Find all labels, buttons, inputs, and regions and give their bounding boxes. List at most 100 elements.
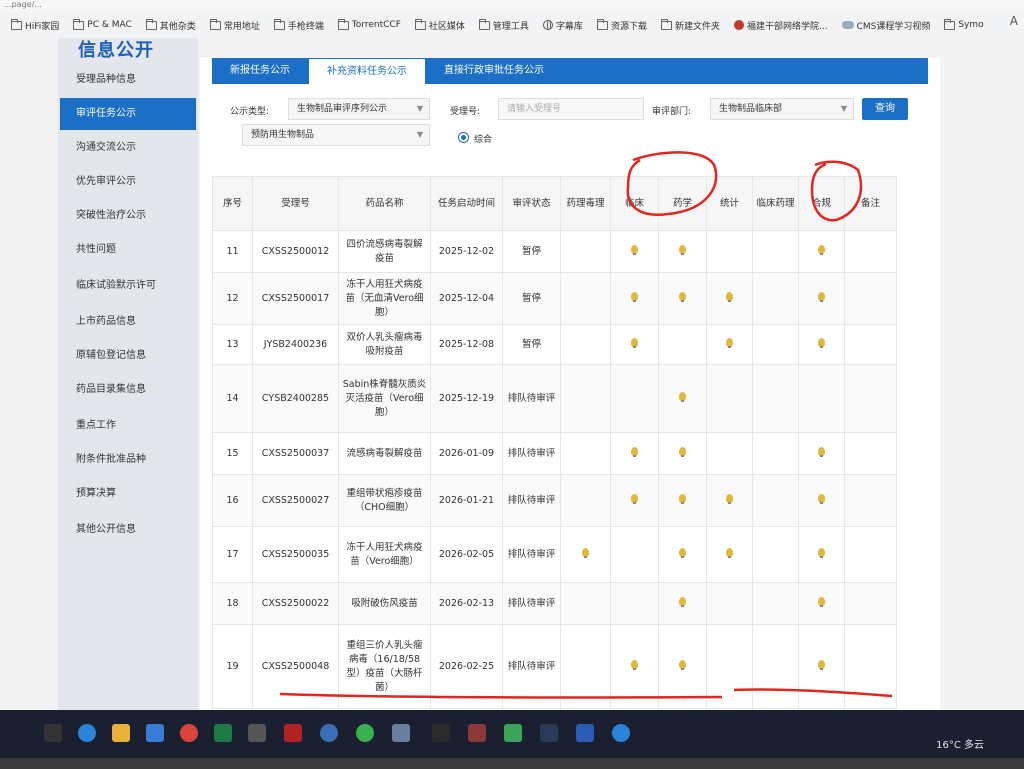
query-button[interactable]: 查询 xyxy=(862,98,908,120)
cell-review-mark xyxy=(560,272,611,325)
sidebar-item[interactable]: 药品目录集信息 xyxy=(60,374,196,406)
chevron-down-icon: ▼ xyxy=(416,104,423,113)
app-icon[interactable] xyxy=(504,724,522,742)
word-icon[interactable] xyxy=(576,724,594,742)
file-explorer-icon[interactable] xyxy=(112,724,130,742)
remote-icon[interactable] xyxy=(320,724,338,742)
sidebar-item[interactable]: 突破性治疗公示 xyxy=(60,200,196,232)
table-row: 14 CYSB2400285 Sabin株脊髓灰质炎灭活疫苗（Vero细胞） 2025… xyxy=(212,364,897,433)
tab-item[interactable]: 新报任务公示 xyxy=(212,58,308,84)
cell-date: 2025-12-02 xyxy=(430,230,503,273)
app-icon[interactable] xyxy=(468,724,486,742)
cell-no: 11 xyxy=(212,230,253,273)
cell-name[interactable]: 冻干人用狂犬病疫苗（Vero细胞） xyxy=(338,526,431,583)
cell-name[interactable]: 吸附破伤风疫苗 xyxy=(338,582,431,625)
cell-review-mark xyxy=(752,474,799,527)
bookmark-item[interactable]: 手枪终端 xyxy=(267,13,331,37)
bookmark-item[interactable]: 福建干部网络学院... xyxy=(727,13,835,37)
cell-id[interactable]: JYSB2400236 xyxy=(252,324,339,365)
url-bar[interactable]: ...page/... xyxy=(0,0,1024,12)
cell-name[interactable]: 重组三价人乳头瘤病毒（16/18/58型）疫苗（大肠杆菌） xyxy=(338,624,431,709)
bookmark-item[interactable]: TorrentCCF xyxy=(331,13,408,37)
edge-icon[interactable] xyxy=(78,724,96,742)
ie-icon[interactable] xyxy=(612,724,630,742)
chrome-icon[interactable] xyxy=(180,724,198,742)
cell-review-mark xyxy=(706,432,753,475)
cell-id[interactable]: CXSS2500027 xyxy=(252,474,339,527)
sidebar-item[interactable]: 附条件批准品种 xyxy=(60,444,196,476)
cell-review-mark xyxy=(752,230,799,273)
app-icon[interactable] xyxy=(540,724,558,742)
bookmark-item[interactable]: 资源下载 xyxy=(590,13,654,37)
sidebar-item[interactable]: 沟通交流公示 xyxy=(60,132,196,164)
cell-review-mark xyxy=(706,474,753,527)
bookmark-item[interactable]: HiFi家园 xyxy=(4,13,66,37)
app-icon[interactable] xyxy=(248,724,266,742)
sidebar-item[interactable]: 预算决算 xyxy=(60,478,196,510)
bookmark-label: 手枪终端 xyxy=(287,21,324,32)
tab-item[interactable]: 直接行政审批任务公示 xyxy=(426,58,562,84)
sidebar-item[interactable]: 原辅包登记信息 xyxy=(60,340,196,372)
sidebar-item[interactable]: 共性问题 xyxy=(60,234,196,266)
cell-review-mark xyxy=(610,624,659,709)
accept-number-input[interactable]: 请输入受理号 xyxy=(498,98,644,120)
lightbulb-icon xyxy=(818,596,825,607)
cell-review-mark xyxy=(658,624,707,709)
sidebar-item[interactable]: 其他公开信息 xyxy=(60,514,196,546)
sidebar-item[interactable]: 临床试验默示许可 xyxy=(60,270,196,302)
cell-name[interactable]: 流感病毒裂解疫苗 xyxy=(338,432,431,475)
folder-icon xyxy=(209,18,221,30)
bookmark-item[interactable]: PC & MAC xyxy=(66,13,139,37)
cell-name[interactable]: 重组带状疱疹疫苗（CHO细胞） xyxy=(338,474,431,527)
cell-id[interactable]: CYSB2400285 xyxy=(252,364,339,433)
reader-mode-icon[interactable]: A xyxy=(1010,14,1018,28)
tab-item[interactable]: 补充资料任务公示 xyxy=(308,58,426,84)
page: 信息公开 受理品种信息 审评任务公示 沟通交流公示 优先审评公示 突破性治疗公示 共性问题… xyxy=(0,38,1024,718)
cell-id[interactable]: CXSS2500022 xyxy=(252,582,339,625)
cell-id[interactable]: CXSS2500037 xyxy=(252,432,339,475)
sidebar-item[interactable]: 优先审评公示 xyxy=(60,166,196,198)
bookmark-label: 新建文件夹 xyxy=(674,21,720,32)
excel-icon[interactable] xyxy=(214,724,232,742)
comprehensive-radio[interactable] xyxy=(458,132,469,143)
bookmark-item[interactable]: 新建文件夹 xyxy=(654,13,727,37)
cell-name[interactable]: 冻干人用狂犬病疫苗（无血清Vero细胞） xyxy=(338,272,431,325)
cell-id[interactable]: CXSS2500035 xyxy=(252,526,339,583)
app-icon[interactable] xyxy=(392,724,410,742)
cell-no: 12 xyxy=(212,272,253,325)
cell-id[interactable]: CXSS2500012 xyxy=(252,230,339,273)
wechat-icon[interactable] xyxy=(356,724,374,742)
cell-review-mark xyxy=(658,324,707,365)
cell-name[interactable]: Sabin株脊髓灰质炎灭活疫苗（Vero细胞） xyxy=(338,364,431,433)
bookmark-item[interactable]: 管理工具 xyxy=(472,13,536,37)
sidebar-item[interactable]: 上市药品信息 xyxy=(60,306,196,338)
cell-name[interactable]: 双价人乳头瘤病毒吸附疫苗 xyxy=(338,324,431,365)
weather-widget[interactable]: 16°C 多云 xyxy=(936,736,984,751)
subtype-select[interactable]: 预防用生物制品 ▼ xyxy=(242,124,430,146)
terminal-icon[interactable] xyxy=(432,724,450,742)
sidebar-item[interactable]: 审评任务公示 xyxy=(60,98,196,130)
sidebar-item[interactable]: 受理品种信息 xyxy=(60,64,196,96)
dept-select[interactable]: 生物制品临床部 ▼ xyxy=(710,98,854,120)
column-header: 备注 xyxy=(844,176,897,231)
cell-review-mark xyxy=(658,582,707,625)
bookmark-item[interactable]: 其他杂类 xyxy=(139,13,203,37)
acrobat-icon[interactable] xyxy=(284,724,302,742)
lightbulb-icon xyxy=(818,291,825,302)
task-view-icon[interactable] xyxy=(44,724,62,742)
type-select[interactable]: 生物制品审评序列公示 ▼ xyxy=(288,98,430,120)
cell-remark xyxy=(844,582,897,625)
cell-id[interactable]: CXSS2500017 xyxy=(252,272,339,325)
type-select-value: 生物制品审评序列公示 xyxy=(297,104,388,114)
sidebar-item[interactable]: 重点工作 xyxy=(60,410,196,442)
bookmark-item[interactable]: Symo xyxy=(937,13,990,37)
bookmark-item[interactable]: 社区媒体 xyxy=(408,13,472,37)
cell-id[interactable]: CXSS2500048 xyxy=(252,624,339,709)
cell-name[interactable]: 四价流感病毒裂解疫苗 xyxy=(338,230,431,273)
bookmark-item[interactable]: 字幕库 xyxy=(536,13,590,37)
store-icon[interactable] xyxy=(146,724,164,742)
cell-date: 2025-12-08 xyxy=(430,324,503,365)
bookmark-item[interactable]: 常用地址 xyxy=(203,13,267,37)
chevron-down-icon: ▼ xyxy=(416,130,423,139)
bookmark-item[interactable]: CMS课程学习视频 xyxy=(835,13,938,37)
